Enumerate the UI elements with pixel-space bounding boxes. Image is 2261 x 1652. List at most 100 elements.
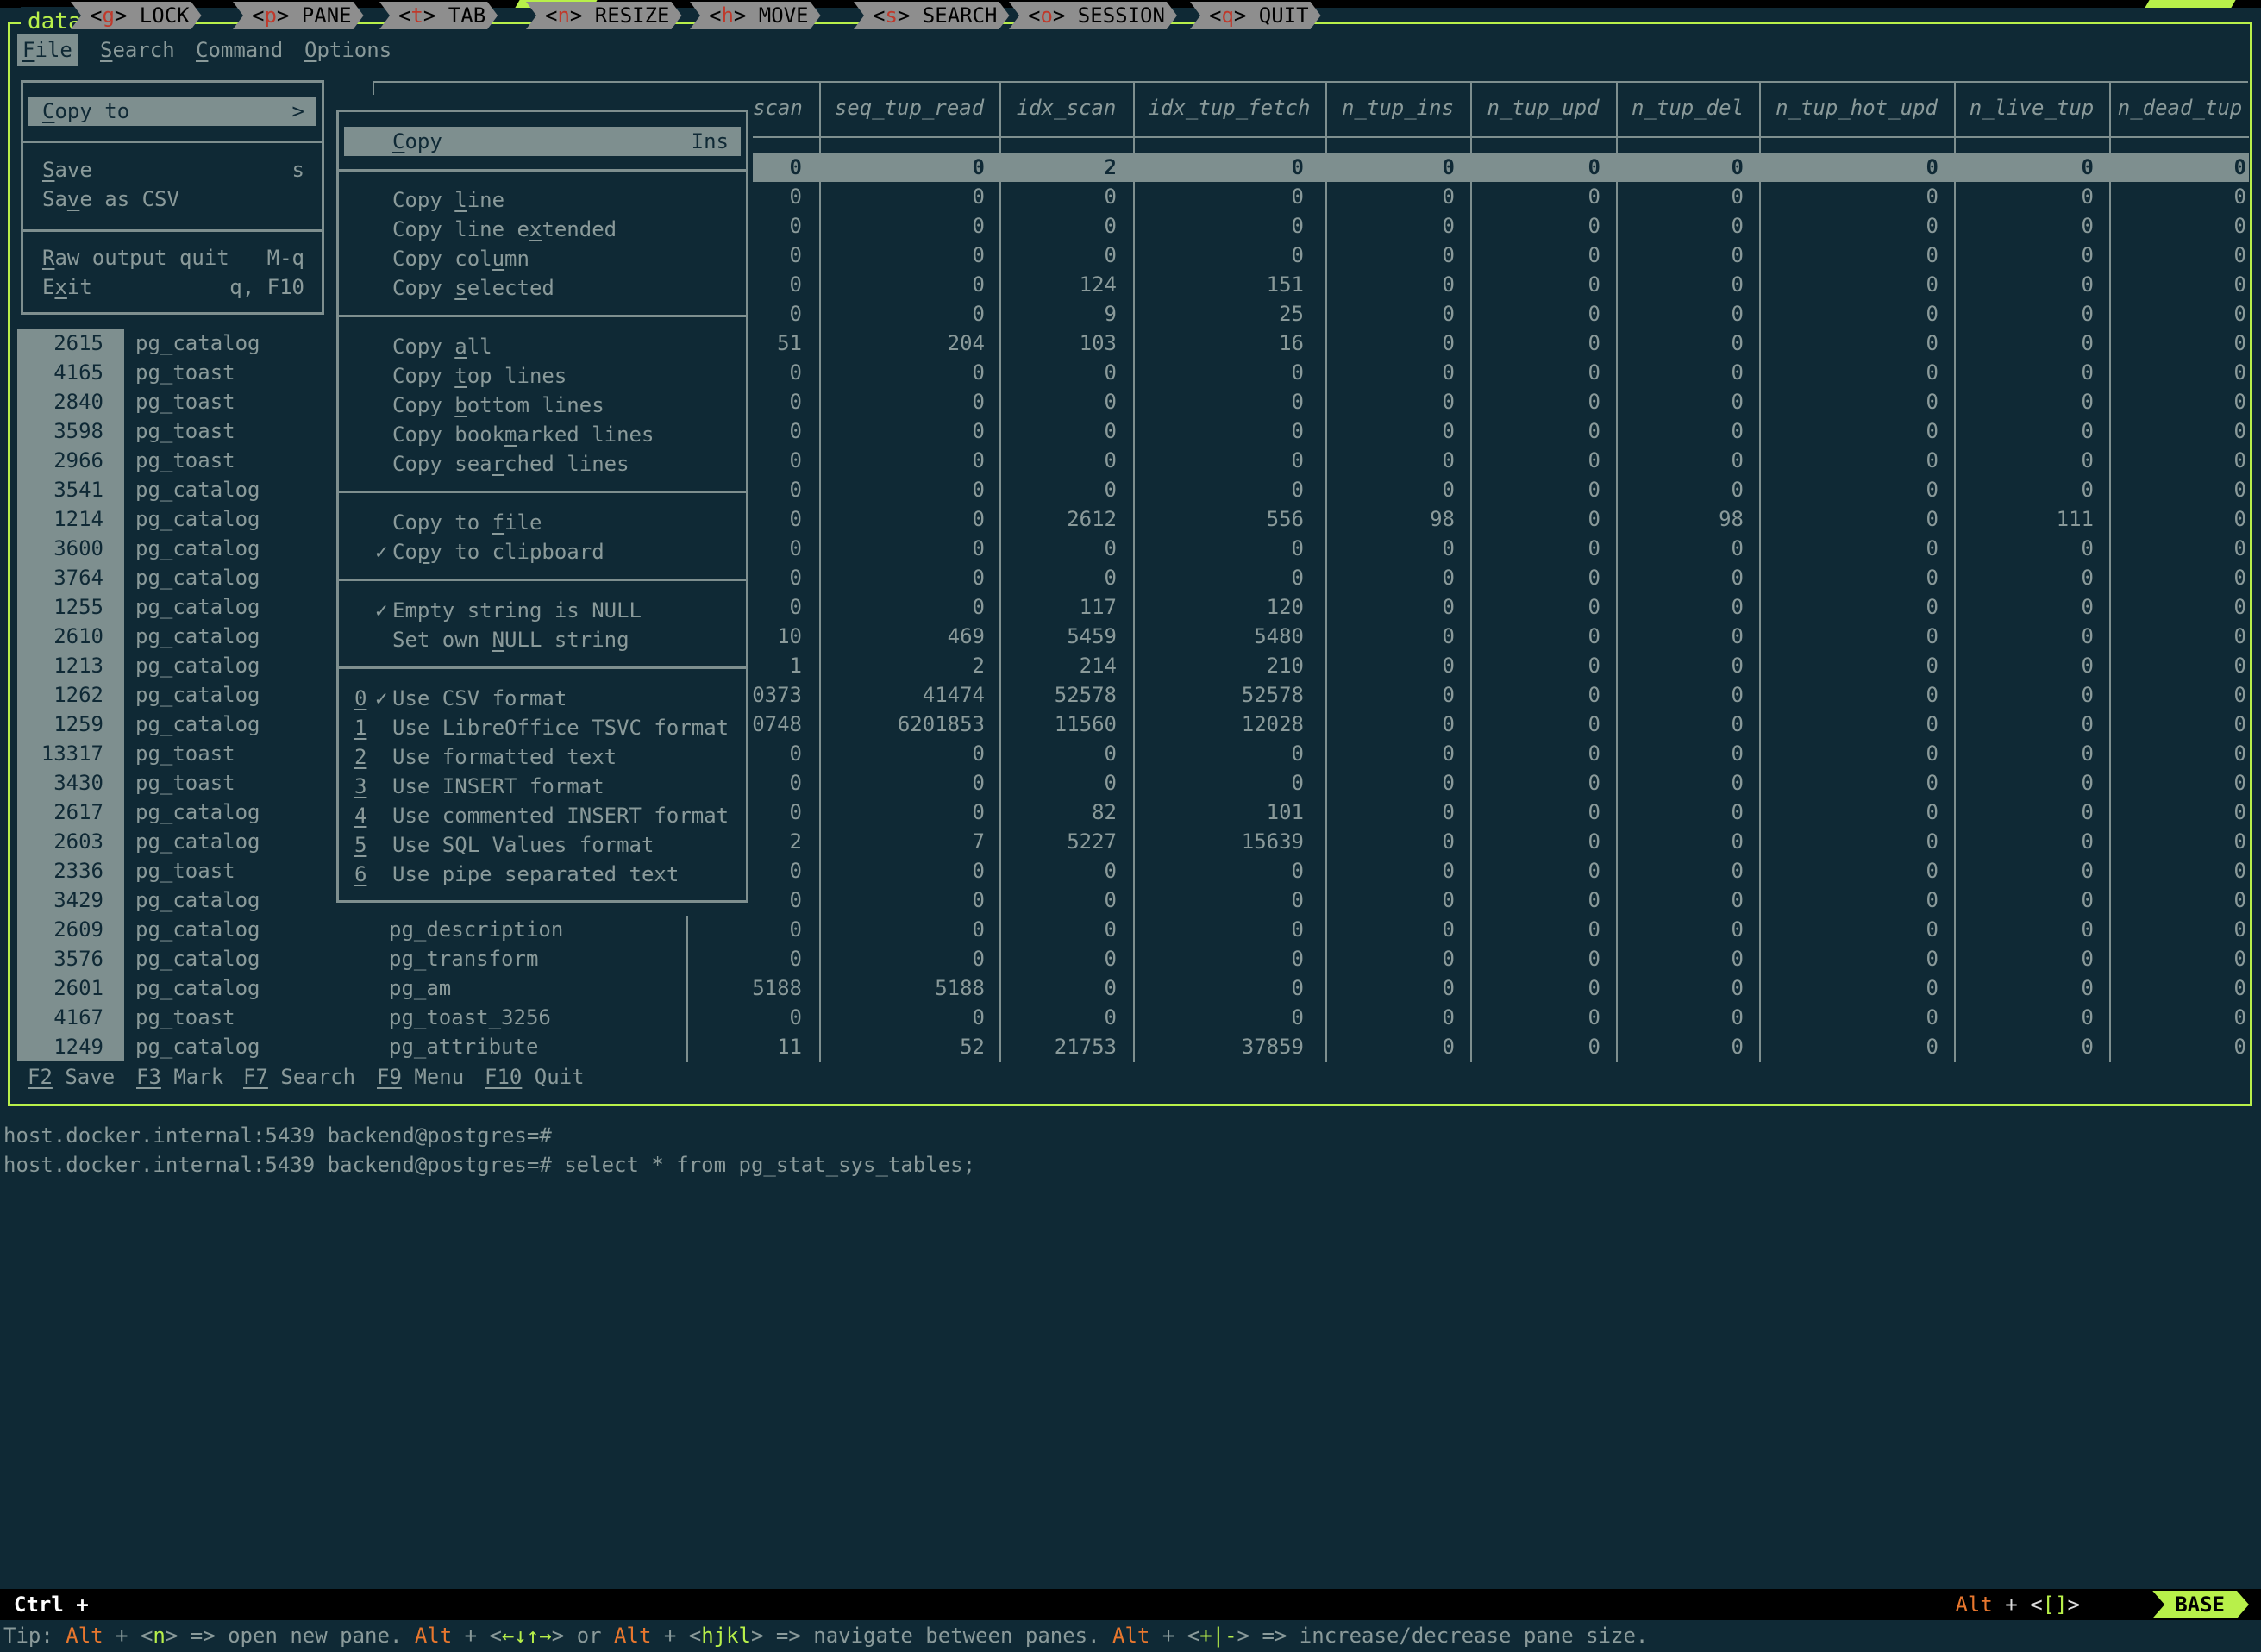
table-row[interactable]: 4167 pg_toast pg_toast_3256 0 0 0 0 0 0 0 0 0 0 — [0, 1003, 2246, 1032]
cell-n-tup-hot-upd: 0 — [1926, 185, 1938, 209]
cell-n-tup-del: 0 — [1731, 624, 1744, 648]
mode-tab[interactable]: <t> TAB — [379, 2, 498, 29]
cell-n-dead-tup: 0 — [2233, 947, 2246, 971]
column-header-n-tup-upd[interactable]: n_tup_upd — [1470, 93, 1616, 122]
mode-resize[interactable]: <n> RESIZE — [526, 2, 682, 29]
file-menu-item-save-as-csv[interactable]: Save as CSV — [28, 185, 316, 214]
cell-n-tup-del: 0 — [1731, 214, 1744, 238]
menu-search[interactable]: Search — [100, 34, 175, 66]
cell-n-tup-upd: 0 — [1588, 390, 1600, 414]
column-header-seq-tup-read[interactable]: seq_tup_read — [819, 93, 999, 122]
copy-menu-item-use-insert-format[interactable]: 3 Use INSERT format — [344, 772, 741, 801]
copy-menu-item-use-pipe-separated-text[interactable]: 6 Use pipe separated text — [344, 860, 741, 889]
cell-idx-scan: 0 — [1104, 390, 1117, 414]
copy-menu-item-use-csv-format[interactable]: 0 ✓ Use CSV format — [344, 684, 741, 713]
menu-file[interactable]: File — [17, 34, 78, 66]
cell-idx-tup-fetch: 120 — [1266, 595, 1304, 619]
mode-lock[interactable]: <g> LOCK — [71, 2, 202, 29]
copy-menu-item-set-own-null-string[interactable]: Set own NULL string — [344, 625, 741, 654]
column-header-n-tup-ins[interactable]: n_tup_ins — [1325, 93, 1470, 122]
copy-menu-item-copy-to-clipboard[interactable]: ✓ Copy to clipboard — [344, 537, 741, 566]
format-number: 1 — [354, 716, 367, 740]
cell-n-tup-upd: 0 — [1588, 419, 1600, 443]
cell-n-tup-ins: 0 — [1442, 1035, 1455, 1059]
copy-menu-item-copy-bottom-lines[interactable]: Copy bottom lines — [344, 391, 741, 420]
copy-menu-item-copy-all[interactable]: Copy all — [344, 332, 741, 361]
cell-n-live-tup: 0 — [2081, 595, 2094, 619]
column-header-n-tup-del[interactable]: n_tup_del — [1616, 93, 1759, 122]
cell-seq-tup-read: 6201853 — [897, 712, 985, 736]
column-header-n-live-tup[interactable]: n_live_tup — [1954, 93, 2109, 122]
row-schema: pg_catalog — [135, 331, 260, 355]
mode-move[interactable]: <h> MOVE — [690, 2, 821, 29]
copy-menu-item-copy-column[interactable]: Copy column — [344, 244, 741, 273]
column-header-n-tup-hot-upd[interactable]: n_tup_hot_upd — [1759, 93, 1954, 122]
menu-command[interactable]: Command — [196, 34, 283, 66]
file-menu-item-save[interactable]: Save s — [28, 155, 316, 185]
copy-menu-item-use-libreoffice-tsvc-format[interactable]: 1 Use LibreOffice TSVC format — [344, 713, 741, 742]
cell-n-tup-upd: 0 — [1588, 947, 1600, 971]
cell-n-tup-ins: 0 — [1442, 859, 1455, 883]
file-menu-item-exit[interactable]: Exit q, F10 — [28, 272, 316, 302]
cell-idx-tup-fetch: 0 — [1291, 478, 1304, 502]
cell-n-dead-tup: 0 — [2233, 507, 2246, 531]
cell-n-tup-del: 0 — [1731, 272, 1744, 297]
table-row[interactable]: 3576 pg_catalog pg_transform 0 0 0 0 0 0 0 0 0 0 — [0, 944, 2246, 973]
copy-menu-item-use-commented-insert-format[interactable]: 4 Use commented INSERT format — [344, 801, 741, 830]
cell-n-tup-hot-upd: 0 — [1926, 1035, 1938, 1059]
copy-menu-item-copy-selected[interactable]: Copy selected — [344, 273, 741, 303]
cell-idx-tup-fetch: 0 — [1291, 888, 1304, 912]
format-number: 5 — [354, 833, 367, 857]
cell-seq-tup-read: 0 — [972, 302, 985, 326]
copy-menu-item-empty-string-is-null[interactable]: ✓ Empty string is NULL — [344, 596, 741, 625]
cell-idx-tup-fetch: 0 — [1291, 214, 1304, 238]
cell-idx-scan: 0 — [1104, 1005, 1117, 1029]
copy-menu-item-copy-to-file[interactable]: Copy to file — [344, 508, 741, 537]
cell-n-live-tup: 0 — [2081, 302, 2094, 326]
fkey-mark[interactable]: F3 Mark — [136, 1062, 223, 1092]
fkey-search[interactable]: F7 Search — [243, 1062, 355, 1092]
cell-idx-tup-fetch: 0 — [1291, 859, 1304, 883]
cell-n-live-tup: 0 — [2081, 683, 2094, 707]
copy-menu-item-copy-searched-lines[interactable]: Copy searched lines — [344, 449, 741, 479]
copy-menu-item-use-sql-values-format[interactable]: 5 Use SQL Values format — [344, 830, 741, 860]
file-menu-item-copy-to[interactable]: Copy to > — [28, 97, 316, 126]
mode-session[interactable]: <o> SESSION — [1009, 2, 1177, 29]
cell-n-dead-tup: 0 — [2233, 243, 2246, 267]
mode-search[interactable]: <s> SEARCH — [854, 2, 1010, 29]
row-schema: pg_toast — [135, 1005, 235, 1029]
copy-menu-item-copy[interactable]: Copy Ins — [344, 127, 741, 156]
copy-menu-item-copy-line[interactable]: Copy line — [344, 185, 741, 215]
table-row[interactable]: 2609 pg_catalog pg_description 0 0 0 0 0 0 0 0 0 0 — [0, 915, 2246, 944]
column-header-idx-scan[interactable]: idx_scan — [999, 93, 1133, 122]
cell-n-tup-del: 0 — [1731, 595, 1744, 619]
column-header-n-dead-tup[interactable]: n_dead_tup — [2109, 93, 2251, 122]
cell-seq-tup-read: 52 — [960, 1035, 985, 1059]
mode-pane[interactable]: <p> PANE — [233, 2, 364, 29]
cell-n-tup-upd: 0 — [1588, 888, 1600, 912]
fkey-menu[interactable]: F9 Menu — [377, 1062, 464, 1092]
cell-n-tup-ins: 0 — [1442, 917, 1455, 942]
table-row[interactable]: 2601 pg_catalog pg_am 5188 5188 0 0 0 0 0 0 0 0 — [0, 973, 2246, 1003]
cell-n-tup-ins: 0 — [1442, 771, 1455, 795]
fkey-save[interactable]: F2 Save — [28, 1062, 115, 1092]
cell-idx-scan: 0 — [1104, 536, 1117, 560]
cell-n-dead-tup: 0 — [2233, 478, 2246, 502]
cell-n-tup-hot-upd: 0 — [1926, 419, 1938, 443]
mode-quit[interactable]: <q> QUIT — [1190, 2, 1321, 29]
terminal-command-line[interactable]: host.docker.internal:5439 backend@postgr… — [3, 1150, 975, 1180]
table-row[interactable]: 1249 pg_catalog pg_attribute 11 52 21753 37859… — [0, 1032, 2246, 1061]
fkey-quit[interactable]: F10 Quit — [485, 1062, 585, 1092]
cell-n-tup-del: 0 — [1731, 243, 1744, 267]
copy-menu-item-copy-line-extended[interactable]: Copy line extended — [344, 215, 741, 244]
column-header-idx-tup-fetch[interactable]: idx_tup_fetch — [1133, 93, 1325, 122]
copy-menu-item-copy-top-lines[interactable]: Copy top lines — [344, 361, 741, 391]
file-menu-item-raw-output-quit[interactable]: Raw output quit M-q — [28, 243, 316, 272]
cell-scan: 0 — [789, 742, 802, 766]
cell-n-tup-ins: 0 — [1442, 624, 1455, 648]
menu-options[interactable]: Options — [304, 34, 391, 66]
column-header-scan[interactable]: scan — [753, 93, 819, 122]
cell-idx-scan: 9 — [1104, 302, 1117, 326]
copy-menu-item-copy-bookmarked-lines[interactable]: Copy bookmarked lines — [344, 420, 741, 449]
copy-menu-item-use-formatted-text[interactable]: 2 Use formatted text — [344, 742, 741, 772]
